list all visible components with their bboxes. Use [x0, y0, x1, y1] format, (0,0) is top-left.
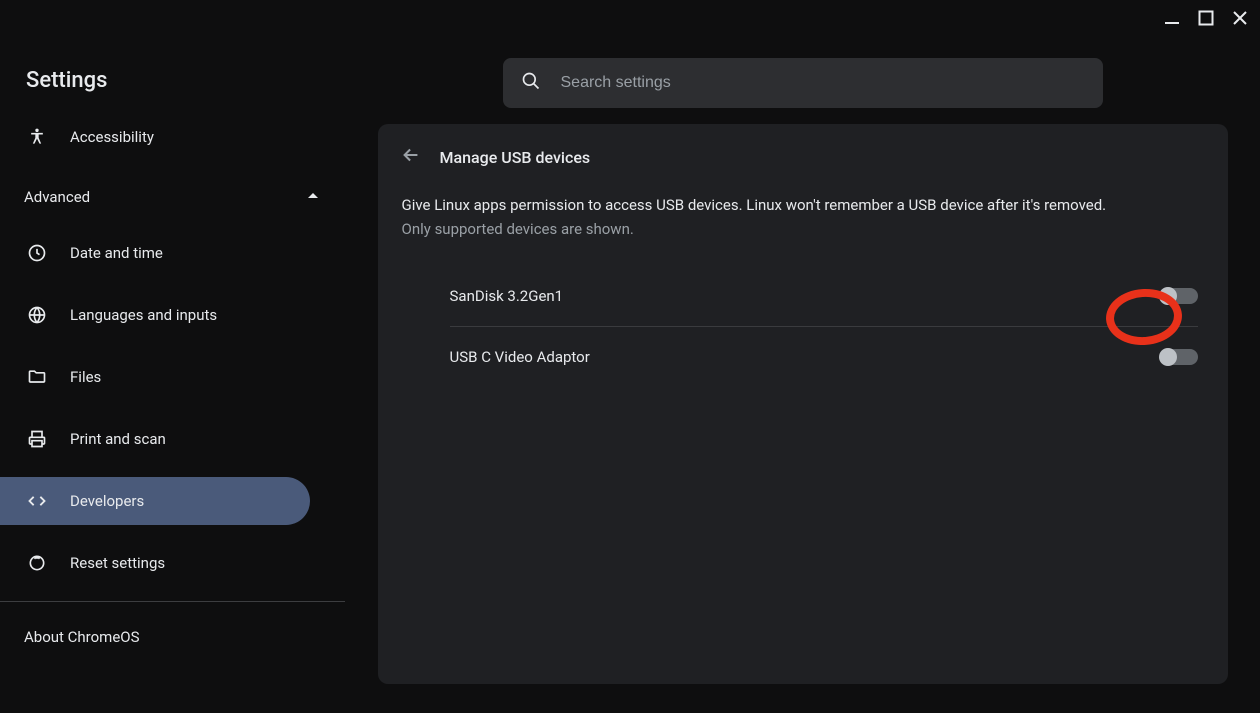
- chevron-up-icon: [307, 188, 319, 206]
- sidebar-section-advanced[interactable]: Advanced: [0, 173, 345, 221]
- sidebar-item-about[interactable]: About ChromeOS: [0, 610, 345, 646]
- sidebar-item-files[interactable]: Files: [0, 353, 345, 401]
- device-name: USB C Video Adaptor: [450, 348, 590, 366]
- toggle-knob: [1159, 287, 1177, 305]
- reset-icon: [26, 553, 48, 573]
- sidebar-divider: [0, 601, 345, 602]
- content-area: Manage USB devices Give Linux apps permi…: [345, 38, 1260, 713]
- folder-icon: [26, 367, 48, 387]
- toggle-knob: [1159, 348, 1177, 366]
- accessibility-icon: [26, 127, 48, 147]
- device-row: USB C Video Adaptor: [450, 327, 1198, 387]
- sidebar-item-label: Languages and inputs: [70, 306, 217, 324]
- back-arrow-icon[interactable]: [400, 144, 422, 170]
- panel-description: Give Linux apps permission to access USB…: [378, 194, 1228, 267]
- sidebar: Settings Accessibility Advanced Date and…: [0, 38, 345, 713]
- search-icon: [521, 71, 541, 95]
- printer-icon: [26, 429, 48, 449]
- minimize-icon[interactable]: [1164, 10, 1180, 26]
- sidebar-item-label: Print and scan: [70, 430, 166, 448]
- device-name: SanDisk 3.2Gen1: [450, 287, 564, 305]
- maximize-icon[interactable]: [1198, 10, 1214, 26]
- sidebar-item-label: Reset settings: [70, 554, 165, 572]
- search-bar[interactable]: [503, 58, 1103, 108]
- sidebar-item-label: Files: [70, 368, 101, 386]
- clock-icon: [26, 243, 48, 263]
- sidebar-section-label: Advanced: [24, 188, 90, 206]
- about-label: About ChromeOS: [24, 628, 140, 646]
- globe-icon: [26, 305, 48, 325]
- content-panel: Manage USB devices Give Linux apps permi…: [378, 124, 1228, 684]
- app-title: Settings: [0, 38, 345, 113]
- device-toggle-sandisk[interactable]: [1160, 288, 1198, 304]
- close-icon[interactable]: [1232, 10, 1248, 26]
- search-input[interactable]: [561, 74, 1085, 92]
- sidebar-item-label: Date and time: [70, 244, 163, 262]
- sidebar-item-developers[interactable]: Developers: [0, 477, 310, 525]
- window-controls: [1164, 10, 1248, 26]
- sidebar-item-printscan[interactable]: Print and scan: [0, 415, 345, 463]
- device-toggle-usbc[interactable]: [1160, 349, 1198, 365]
- code-icon: [26, 491, 48, 511]
- sidebar-item-reset[interactable]: Reset settings: [0, 539, 345, 587]
- device-row: SanDisk 3.2Gen1: [450, 267, 1198, 327]
- sidebar-item-label: Developers: [70, 492, 144, 510]
- sidebar-item-label: Accessibility: [70, 128, 154, 146]
- panel-header: Manage USB devices: [378, 124, 1228, 194]
- description-primary: Give Linux apps permission to access USB…: [402, 194, 1204, 217]
- sidebar-item-languages[interactable]: Languages and inputs: [0, 291, 345, 339]
- sidebar-item-accessibility[interactable]: Accessibility: [0, 113, 345, 161]
- device-list: SanDisk 3.2Gen1 USB C Video Adaptor: [378, 267, 1228, 387]
- panel-title: Manage USB devices: [440, 148, 591, 167]
- description-secondary: Only supported devices are shown.: [402, 217, 1204, 241]
- sidebar-item-datetime[interactable]: Date and time: [0, 229, 345, 277]
